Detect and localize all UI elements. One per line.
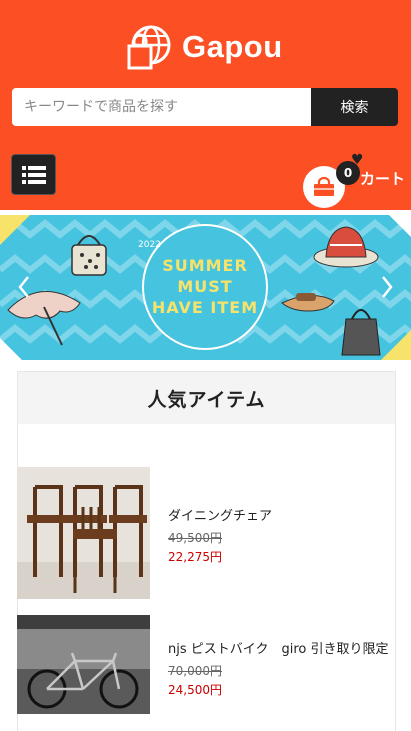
site-header: Gapou 検索 0 ♥ カート <box>0 0 411 210</box>
banner-line2: MUST <box>177 277 233 296</box>
section-title: 人気アイテム <box>18 372 395 424</box>
product-old-price: 49,500円 <box>168 531 222 545</box>
menu-button[interactable] <box>11 154 56 195</box>
cart-button[interactable]: 0 ♥ カート <box>303 152 411 208</box>
chairs-image <box>17 467 150 599</box>
site-logo[interactable]: Gapou <box>126 22 283 72</box>
product-new-price: 22,275円 <box>168 550 222 564</box>
heart-icon: ♥ <box>351 152 364 168</box>
bike-image <box>17 615 150 714</box>
search-bar: 検索 <box>12 88 398 126</box>
product-item[interactable]: njs ピストバイク giro 引き取り限定 70,000円 24,500円 <box>17 615 396 715</box>
banner-year: 2022 <box>138 240 161 250</box>
product-new-price: 24,500円 <box>168 683 222 697</box>
cart-label: カート <box>360 170 406 188</box>
search-input[interactable] <box>12 88 311 126</box>
product-name[interactable]: ダイニングチェア <box>168 505 272 524</box>
summer-banner[interactable]: 2022 SUMMER MUST HAVE ITEM <box>0 215 411 360</box>
shopping-bag-globe-icon <box>127 25 171 70</box>
search-button[interactable]: 検索 <box>311 88 398 126</box>
product-image-chairs[interactable] <box>17 467 150 599</box>
cart-bag-icon <box>314 177 334 196</box>
product-item[interactable]: ダイニングチェア 49,500円 22,275円 <box>17 467 396 599</box>
list-menu-icon <box>21 165 46 184</box>
product-name[interactable]: njs ピストバイク giro 引き取り限定 <box>168 638 389 657</box>
banner-line1: SUMMER <box>162 256 248 275</box>
banner-line3: HAVE ITEM <box>151 298 259 317</box>
product-old-price: 70,000円 <box>168 664 222 678</box>
brand-name: Gapou <box>182 29 283 64</box>
product-image-bike[interactable] <box>17 615 150 714</box>
